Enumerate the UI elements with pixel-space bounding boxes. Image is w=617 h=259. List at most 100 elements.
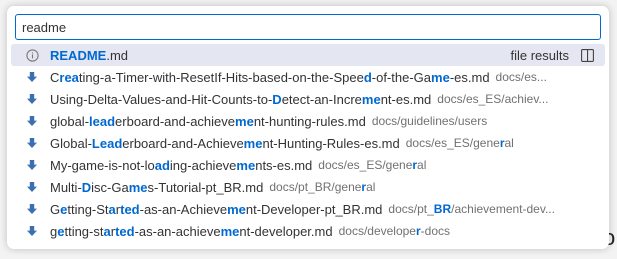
match-highlight: README — [50, 47, 107, 63]
result-path: docs/es_ES/general — [406, 136, 514, 150]
result-path: docs/pt_BR/achievement-dev... — [388, 202, 555, 216]
label-text: -as-an-achieve — [134, 223, 221, 239]
path-text: /achievement-dev... — [451, 202, 555, 216]
match-highlight: rea — [59, 69, 79, 85]
result-row[interactable]: Global-Leaderboard-and-Achievement-Hunti… — [11, 132, 605, 154]
match-highlight: me — [128, 179, 148, 195]
path-text: docs/es_ES/gene — [318, 158, 413, 172]
match-highlight: ted — [115, 223, 135, 239]
result-label: Using-Delta-Values-and-Hit-Counts-to-Det… — [50, 92, 431, 107]
path-text: docs/guidelines/users — [371, 114, 488, 128]
result-path: docs/pt_BR/general — [269, 180, 375, 194]
match-highlight: me — [236, 157, 256, 173]
label-text: nt-hunting-rules.md — [253, 113, 366, 129]
markdown-download-icon — [25, 224, 39, 238]
match-highlight: me — [431, 69, 450, 85]
split-editor-icon[interactable] — [579, 47, 595, 63]
label-text: My-game-is-not-lo — [50, 157, 155, 173]
result-label: Multi-Disc-Games-Tutorial-pt_BR.md — [50, 180, 263, 195]
info-icon — [25, 48, 39, 62]
match-highlight: me — [227, 201, 246, 217]
path-text: al — [366, 180, 376, 194]
result-row[interactable]: Creating-a-Timer-with-ResetIf-Hits-based… — [11, 66, 605, 88]
path-text: docs/pt_ — [388, 202, 434, 216]
result-path: docs/es... — [496, 70, 547, 84]
result-row[interactable]: global-leaderboard-and-achievement-hunti… — [11, 110, 605, 132]
match-highlight: lead — [89, 113, 116, 129]
label-text: nt-Hunting-Rules-es.md — [262, 135, 400, 151]
label-text: .md — [106, 47, 129, 63]
label-text: C — [50, 69, 60, 85]
result-row[interactable]: getting-started-as-an-achievement-develo… — [11, 220, 605, 242]
result-label: Global-Leaderboard-and-Achievement-Hunti… — [50, 136, 400, 151]
label-text: Multi- — [50, 179, 82, 195]
quick-open-input-container — [7, 6, 609, 44]
results-list: README.md file results Creating-a-Timer-wi… — [7, 44, 609, 246]
label-text: Using-Delta-Values-and-Hit-Counts-to- — [50, 91, 273, 107]
group-label: file results — [510, 47, 569, 63]
result-path: docs/es_ES/achiev... — [437, 92, 548, 106]
result-label: My-game-is-not-loading-achievements-es.m… — [50, 158, 312, 173]
markdown-download-icon — [25, 136, 39, 150]
match-highlight: me — [220, 223, 240, 239]
label-text: G — [50, 201, 61, 217]
path-text: docs/develope — [338, 224, 416, 238]
label-text: isc-Ga — [91, 179, 129, 195]
markdown-download-icon — [25, 180, 39, 194]
markdown-download-icon — [25, 202, 39, 216]
result-row[interactable]: My-game-is-not-loading-achievements-es.m… — [11, 154, 605, 176]
result-path: docs/guidelines/users — [372, 114, 487, 128]
match-highlight: D — [272, 91, 282, 107]
match-highlight: a — [103, 223, 111, 239]
label-text: erboard-and-Achieve — [122, 135, 244, 151]
result-row[interactable]: README.md file results — [11, 44, 605, 66]
match-highlight: ad — [154, 157, 170, 173]
label-text: nt-es.md — [380, 91, 432, 107]
label-text: Global- — [50, 135, 92, 151]
match-highlight: a — [108, 201, 116, 217]
quick-open-widget: README.md file results Creating-a-Timer-wi… — [7, 6, 609, 249]
result-row[interactable]: Getting-Started-as-an-Achievement-Develo… — [11, 198, 605, 220]
result-row[interactable]: Multi-Disc-Games-Tutorial-pt_BR.md docs/p… — [11, 176, 605, 198]
label-text: etect-an-Incre — [281, 91, 362, 107]
label-text: nts-es.md — [255, 157, 313, 173]
path-text: al — [417, 158, 427, 172]
result-label: global-leaderboard-and-achievement-hunti… — [50, 114, 366, 129]
label-text: ing-achieve — [169, 157, 237, 173]
path-text: -docs — [420, 224, 450, 238]
path-text: docs/es_ES/achiev... — [437, 92, 549, 106]
match-highlight: D — [81, 179, 92, 195]
match-highlight: me — [243, 135, 263, 151]
result-path: docs/developer-docs — [339, 224, 450, 238]
result-label: README.md — [50, 48, 128, 63]
match-highlight: ted — [120, 201, 140, 217]
result-label: getting-started-as-an-achievement-develo… — [50, 224, 333, 239]
markdown-download-icon — [25, 114, 39, 128]
path-text: docs/es_ES/gene — [405, 136, 500, 150]
label-text: global- — [50, 113, 90, 129]
label-text: tting-st — [64, 223, 104, 239]
match-highlight: me — [361, 91, 381, 107]
search-input[interactable] — [15, 14, 601, 40]
markdown-download-icon — [25, 92, 39, 106]
result-label: Creating-a-Timer-with-ResetIf-Hits-based… — [50, 70, 490, 85]
label-text: -as-an-Achieve — [139, 201, 228, 217]
match-highlight: me — [235, 113, 254, 129]
path-text: docs/es... — [495, 70, 547, 84]
label-text: s-Tutorial-pt_BR.md — [147, 179, 264, 195]
match-highlight: d — [363, 69, 372, 85]
match-highlight: Lead — [91, 135, 123, 151]
result-path: docs/es_ES/general — [318, 158, 426, 172]
label-text: -es.md — [449, 69, 490, 85]
markdown-download-icon — [25, 158, 39, 172]
label-text: nt-developer.md — [239, 223, 333, 239]
label-text: ting-a-Timer-with-ResetIf-Hits-based-on-… — [78, 69, 364, 85]
result-row[interactable]: Using-Delta-Values-and-Hit-Counts-to-Det… — [11, 88, 605, 110]
label-text: tting-St — [67, 201, 109, 217]
path-text: al — [504, 136, 514, 150]
result-label: Getting-Started-as-an-Achievement-Develo… — [50, 202, 382, 217]
label-text: -of-the-Ga — [371, 69, 432, 85]
label-text: nt-Developer-pt_BR.md — [245, 201, 383, 217]
match-highlight: BR — [433, 202, 452, 216]
label-text: erboard-and-achieve — [115, 113, 236, 129]
